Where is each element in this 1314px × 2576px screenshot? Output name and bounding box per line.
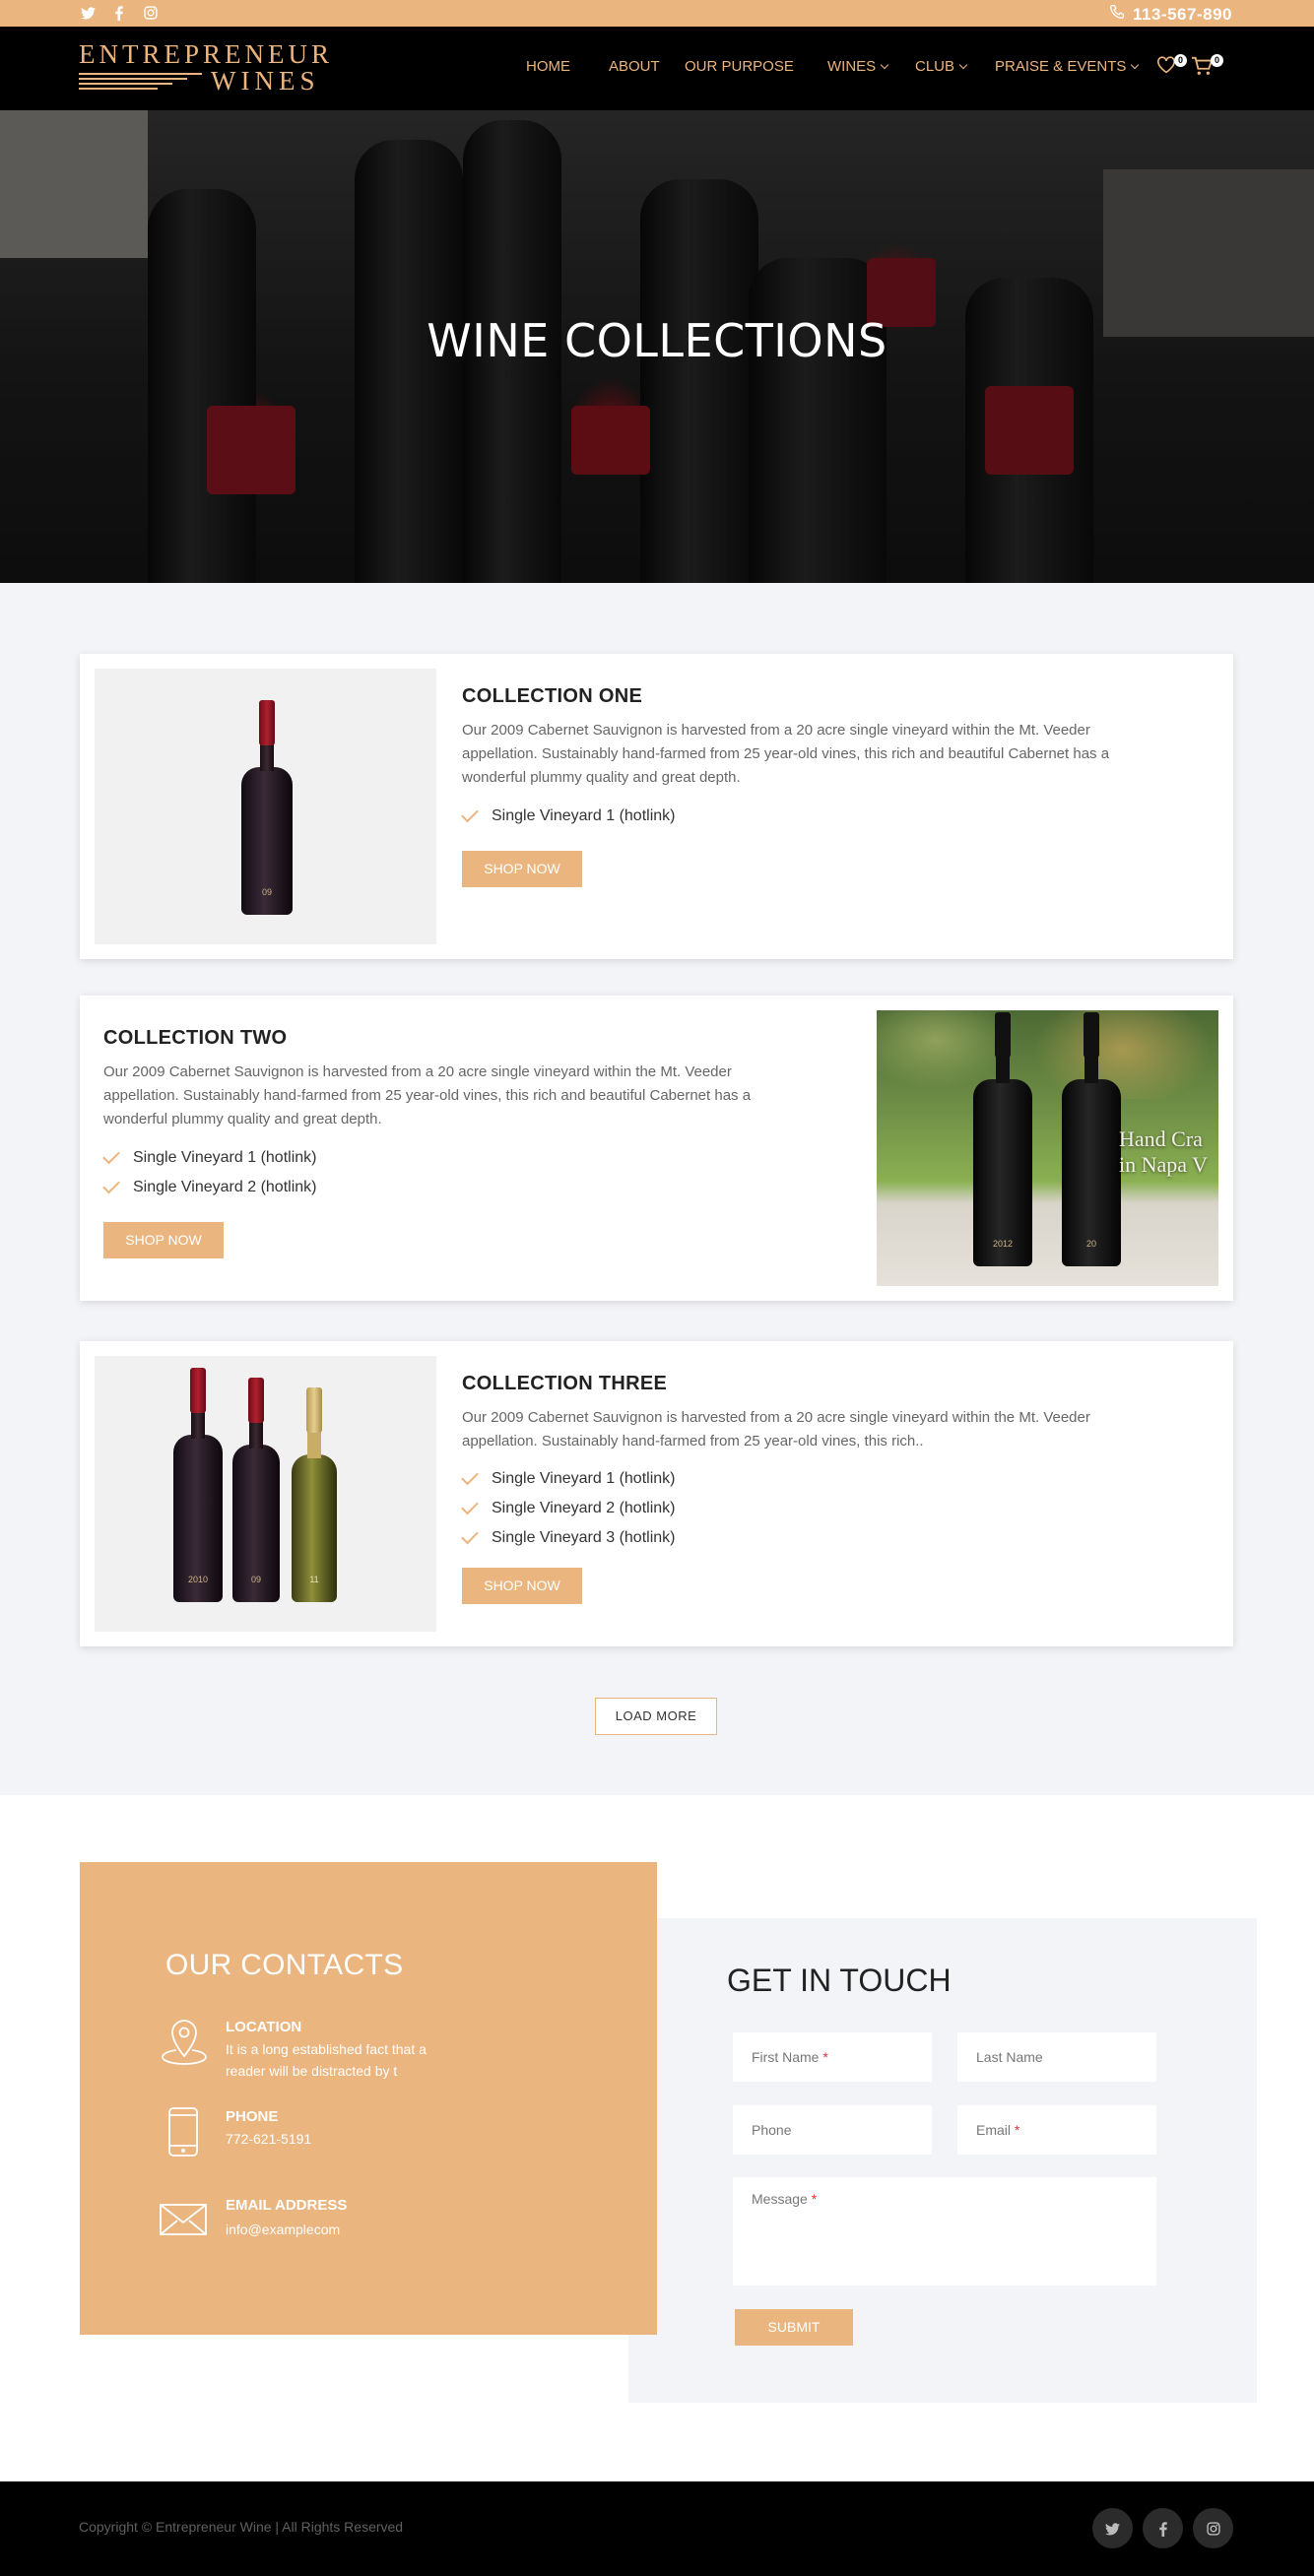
collection-one-description: Our 2009 Cabernet Sauvignon is harvested…	[462, 722, 1110, 786]
phone-number: 113-567-890	[1133, 4, 1232, 24]
collection-three-image: 2010 09 11	[95, 1356, 436, 1632]
check-icon	[461, 805, 479, 822]
collection-three-title: COLLECTION THREE	[462, 1373, 668, 1394]
collection-one-title: COLLECTION ONE	[462, 685, 643, 707]
top-bar: 113-567-890	[0, 0, 1314, 27]
email-value[interactable]: info@examplecom	[226, 2219, 340, 2240]
nav-praise-events[interactable]: PRAISE & EVENTS	[995, 58, 1140, 75]
copyright-text: Copyright © Entrepreneur Wine | All Righ…	[79, 2519, 404, 2535]
form-title: GET IN TOUCH	[727, 1963, 952, 1998]
location-pin-icon	[159, 2017, 207, 2065]
shop-now-button[interactable]: SHOP NOW	[103, 1222, 224, 1258]
wine-bottle-image: 2012	[973, 1012, 1032, 1266]
email-field[interactable]: Email *	[957, 2105, 1156, 2155]
last-name-field[interactable]: Last Name	[957, 2032, 1156, 2082]
list-item[interactable]: Single Vineyard 1 (hotlink)	[102, 1143, 316, 1173]
mobile-phone-icon	[166, 2106, 214, 2157]
list-item[interactable]: Single Vineyard 2 (hotlink)	[461, 1494, 675, 1523]
top-social-links	[79, 4, 160, 22]
site-logo[interactable]: ENTREPRENEUR WINES	[79, 39, 334, 97]
wine-bottle-image: 11	[292, 1387, 337, 1602]
collection-two-description: Our 2009 Cabernet Sauvignon is harvested…	[103, 1063, 752, 1127]
wine-bottle-image: 2010	[173, 1368, 223, 1602]
site-footer: Copyright © Entrepreneur Wine | All Righ…	[0, 2481, 1314, 2576]
main-header: ENTREPRENEUR WINES HOME ABOUT OUR PURPOS…	[0, 27, 1314, 110]
nav-wines[interactable]: WINES	[827, 58, 889, 75]
twitter-icon[interactable]	[79, 4, 97, 22]
list-item[interactable]: Single Vineyard 2 (hotlink)	[102, 1173, 316, 1202]
facebook-icon[interactable]	[1143, 2508, 1183, 2548]
list-item[interactable]: Single Vineyard 1 (hotlink)	[461, 802, 675, 831]
phone-value[interactable]: 772-621-5191	[226, 2128, 311, 2150]
hero-title: WINE COLLECTIONS	[427, 314, 887, 367]
hero-banner: WINE COLLECTIONS	[0, 110, 1314, 583]
nav-club[interactable]: CLUB	[915, 58, 968, 75]
collection-two-title: COLLECTION TWO	[103, 1027, 288, 1049]
logo-stripes	[79, 73, 202, 93]
wine-bottle-image: 09	[232, 1378, 280, 1602]
email-title: EMAIL ADDRESS	[226, 2197, 348, 2214]
list-item[interactable]: Single Vineyard 1 (hotlink)	[461, 1464, 675, 1494]
top-phone[interactable]: 113-567-890	[1109, 4, 1232, 25]
collection-one-list: Single Vineyard 1 (hotlink)	[461, 802, 675, 831]
check-icon	[461, 1467, 479, 1485]
facebook-icon[interactable]	[110, 4, 128, 22]
collection-three-list: Single Vineyard 1 (hotlink) Single Viney…	[461, 1464, 675, 1553]
collection-card-two: COLLECTION TWO Our 2009 Cabernet Sauvign…	[80, 996, 1233, 1301]
image-overlay-text: Hand Cra in Napa V	[1119, 1127, 1209, 1177]
get-in-touch-form: GET IN TOUCH First Name * Last Name Phon…	[628, 1918, 1257, 2403]
phone-icon	[1109, 4, 1125, 25]
check-icon	[461, 1526, 479, 1544]
check-icon	[102, 1176, 120, 1193]
wishlist-count-badge: 0	[1174, 54, 1187, 67]
load-more-button[interactable]: LOAD MORE	[595, 1698, 717, 1735]
cart-count-badge: 0	[1211, 54, 1223, 67]
message-field[interactable]: Message *	[733, 2177, 1156, 2286]
cart-icon	[1191, 56, 1214, 81]
cart-button[interactable]: 0	[1191, 54, 1223, 82]
wine-bottle-image: 09	[241, 700, 293, 915]
nav-about[interactable]: ABOUT	[609, 58, 660, 75]
contacts-title: OUR CONTACTS	[165, 1949, 404, 1981]
phone-title: PHONE	[226, 2108, 279, 2125]
chevron-down-icon	[958, 60, 968, 70]
instagram-icon[interactable]	[1193, 2508, 1233, 2548]
nav-our-purpose[interactable]: OUR PURPOSE	[685, 58, 794, 75]
logo-line-1: ENTREPRENEUR	[79, 39, 334, 69]
collection-one-image: 09	[95, 669, 436, 944]
garden-background	[877, 1010, 1218, 1099]
collection-two-list: Single Vineyard 1 (hotlink) Single Viney…	[102, 1143, 316, 1202]
shop-now-button[interactable]: SHOP NOW	[462, 851, 582, 887]
collection-card-three: 2010 09 11 COLLECTION THREE Our 2009 Cab…	[80, 1341, 1233, 1646]
twitter-icon[interactable]	[1092, 2508, 1133, 2548]
chevron-down-icon	[1131, 60, 1140, 70]
collection-three-description: Our 2009 Cabernet Sauvignon is harvested…	[462, 1409, 1090, 1449]
submit-button[interactable]: SUBMIT	[735, 2309, 853, 2346]
heart-icon	[1156, 56, 1176, 79]
shop-now-button[interactable]: SHOP NOW	[462, 1568, 582, 1604]
wine-bottle-image: 20	[1062, 1012, 1121, 1266]
nav-home[interactable]: HOME	[526, 58, 570, 75]
chevron-down-icon	[880, 60, 889, 70]
phone-field[interactable]: Phone	[733, 2105, 932, 2155]
check-icon	[461, 1497, 479, 1514]
collection-two-image: 2012 20 Hand Cra in Napa V	[877, 1010, 1218, 1286]
location-line-2: reader will be distracted by t	[226, 2063, 398, 2079]
envelope-icon	[159, 2203, 207, 2250]
our-contacts-panel: OUR CONTACTS LOCATION It is a long estab…	[80, 1862, 657, 2335]
location-line-1: It is a long established fact that a	[226, 2041, 427, 2057]
check-icon	[102, 1146, 120, 1164]
first-name-field[interactable]: First Name *	[733, 2032, 932, 2082]
wishlist-button[interactable]: 0	[1156, 54, 1187, 80]
location-title: LOCATION	[226, 2019, 302, 2035]
instagram-icon[interactable]	[142, 4, 160, 22]
collection-card-one: 09 COLLECTION ONE Our 2009 Cabernet Sauv…	[80, 654, 1233, 959]
list-item[interactable]: Single Vineyard 3 (hotlink)	[461, 1523, 675, 1553]
